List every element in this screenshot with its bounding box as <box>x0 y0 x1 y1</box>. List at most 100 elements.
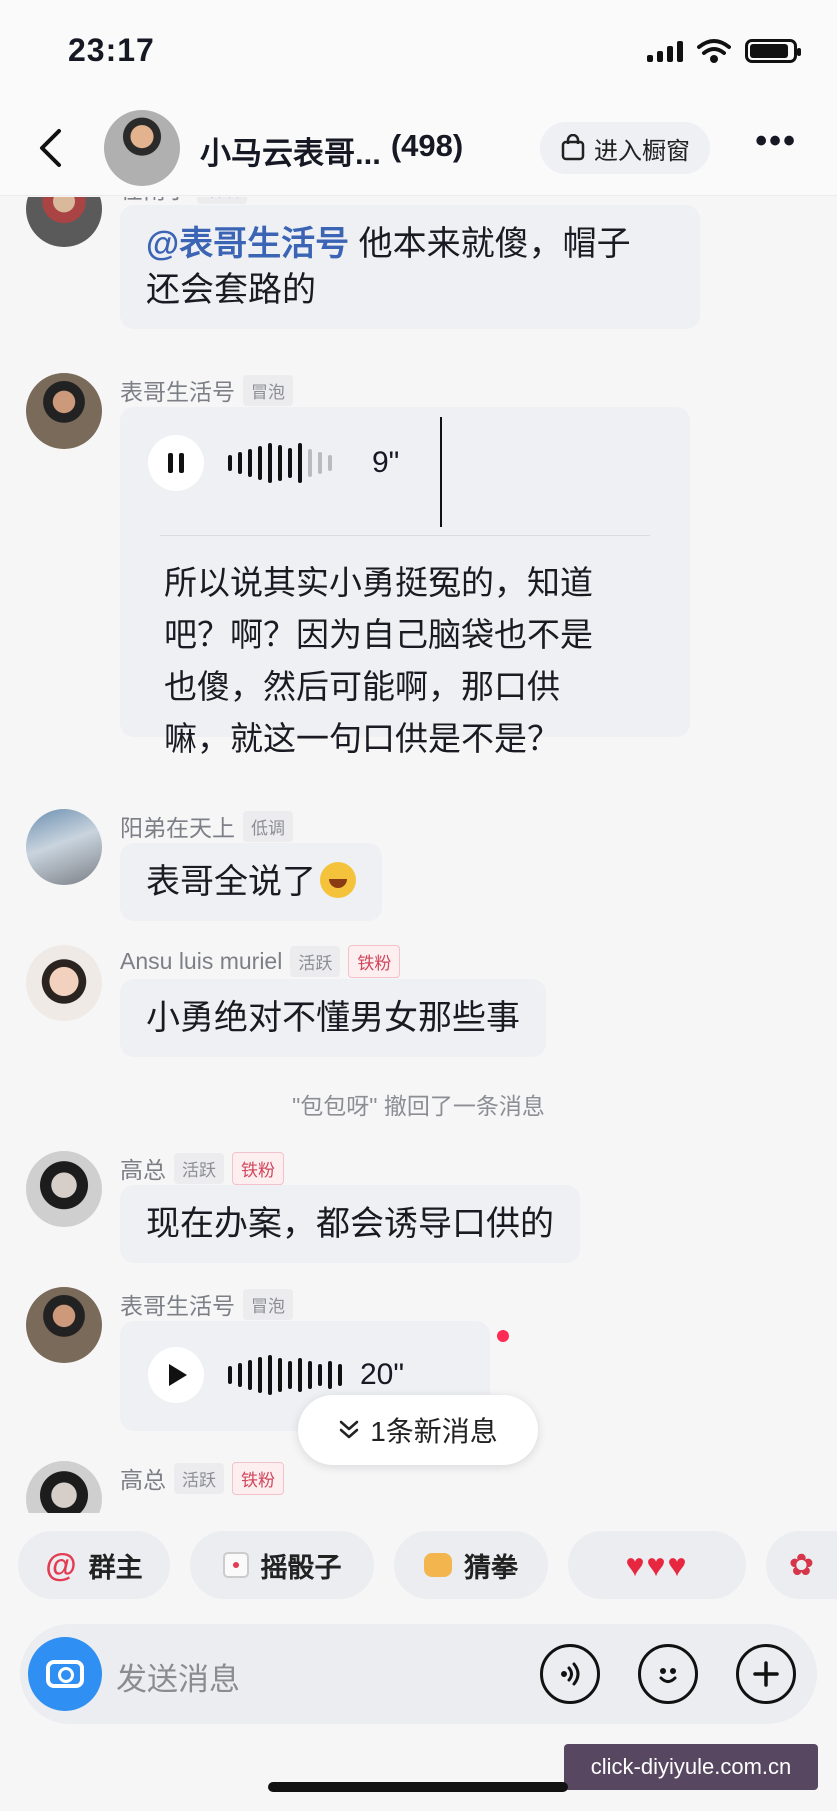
quick-actions-bar[interactable]: @ 群主 摇骰子 猜拳 ♥♥♥ ✿ <box>0 1515 837 1613</box>
sender-name: Ansu luis muriel <box>120 948 283 974</box>
sender-name: 高总 <box>120 1157 166 1183</box>
message-bubble[interactable]: 表哥全说了 <box>120 843 382 921</box>
message-input[interactable]: 发送消息 <box>20 1624 817 1724</box>
transcript-line: 吧？啊？因为自己脑袋也不是 <box>164 616 593 653</box>
avatar[interactable] <box>26 373 102 449</box>
voice-transcript: 所以说其实小勇挺冤的，知道 吧？啊？因为自己脑袋也不是 也傻，然后可能啊，那口供… <box>164 557 664 765</box>
fan-tag: 铁粉 <box>232 1461 284 1495</box>
cellular-signal-icon <box>647 40 683 62</box>
enter-shop-button[interactable]: 进入橱窗 <box>540 122 710 174</box>
sender-meta: 高总 活跃 铁粉 <box>120 1461 284 1495</box>
more-options-button[interactable]: ••• <box>755 122 797 161</box>
voice-controls: 9" <box>148 433 399 493</box>
status-tag: 活跃 <box>197 197 247 204</box>
message-text: 还会套路的 <box>146 271 316 309</box>
camera-button[interactable] <box>28 1637 102 1711</box>
sender-name: 表哥生活号 <box>120 379 235 405</box>
new-messages-button[interactable]: 1条新消息 <box>298 1395 538 1465</box>
avatar[interactable] <box>26 809 102 885</box>
voice-input-button[interactable] <box>540 1644 600 1704</box>
rose-icon: ✿ <box>788 1548 815 1582</box>
fist-icon <box>424 1553 452 1577</box>
fan-tag: 铁粉 <box>232 1151 284 1185</box>
back-button[interactable] <box>30 120 70 176</box>
sender-meta: 在南宁 活跃 <box>120 197 247 205</box>
new-messages-label: 1条新消息 <box>370 1416 498 1447</box>
avatar[interactable] <box>26 1151 102 1227</box>
status-time: 23:17 <box>68 32 155 68</box>
double-chevron-down-icon <box>339 1420 359 1439</box>
voice-message[interactable]: 9" 所以说其实小勇挺冤的，知道 吧？啊？因为自己脑袋也不是 也傻，然后可能啊，… <box>120 407 690 757</box>
home-indicator[interactable] <box>268 1782 568 1792</box>
message-text: 现在办案，都会诱导口供的 <box>146 1205 554 1243</box>
chevron-left-icon <box>40 129 61 167</box>
message-text: 小勇绝对不懂男女那些事 <box>146 999 520 1037</box>
avatar[interactable] <box>26 197 102 247</box>
status-tag: 低调 <box>243 810 293 842</box>
sender-name: 在南宁 <box>120 197 189 205</box>
transcript-line: 嘛，就这一句口供是不是？ <box>164 720 560 757</box>
sender-meta: 阳弟在天上 低调 <box>120 809 293 843</box>
recall-notice: "包包呀" 撤回了一条消息 <box>292 1093 545 1119</box>
waveform-icon <box>228 1350 342 1400</box>
member-count: (498) <box>390 128 464 163</box>
at-icon: @ <box>45 1546 77 1583</box>
unread-dot <box>497 1330 509 1342</box>
divider <box>160 535 650 536</box>
chip-group-owner[interactable]: @ 群主 <box>18 1531 170 1599</box>
plus-icon <box>753 1661 779 1687</box>
message-list[interactable]: 在南宁 活跃 @表哥生活号 他本来就傻，帽子 还会套路的 表哥生活号 冒泡 9" <box>0 197 837 1513</box>
avatar[interactable] <box>26 1287 102 1363</box>
message-text: 表哥全说了 <box>146 863 316 901</box>
voice-duration: 9" <box>372 446 400 479</box>
sender-meta: 表哥生活号 冒泡 <box>120 1287 293 1321</box>
waveform-icon <box>228 438 332 488</box>
avatar[interactable] <box>26 1461 102 1513</box>
fan-tag: 铁粉 <box>348 945 401 978</box>
sender-meta: 表哥生活号 冒泡 <box>120 373 293 407</box>
group-avatar[interactable] <box>104 110 180 186</box>
battery-icon <box>745 39 801 63</box>
status-bar: 23:17 <box>0 0 837 100</box>
laughing-emoji-icon <box>320 862 356 898</box>
more-actions-button[interactable] <box>736 1644 796 1704</box>
pause-button[interactable] <box>148 435 204 491</box>
voice-duration: 20" <box>360 1358 405 1391</box>
playhead[interactable] <box>440 417 442 527</box>
input-bar: 发送消息 <box>0 1616 837 1734</box>
transcript-line: 也傻，然后可能啊，那口供 <box>164 668 560 705</box>
more-icon: ••• <box>755 122 797 160</box>
status-icons <box>647 38 801 64</box>
chip-hearts[interactable]: ♥♥♥ <box>568 1531 746 1599</box>
message-bubble[interactable]: 现在办案，都会诱导口供的 <box>120 1185 580 1263</box>
group-title[interactable]: 小马云表哥... (498) <box>200 128 463 173</box>
message-text: 他本来就傻，帽子 <box>358 225 631 263</box>
status-tag: 冒泡 <box>243 1288 293 1320</box>
smiley-icon <box>659 1668 677 1683</box>
camera-icon <box>46 1660 84 1688</box>
hearts-icon: ♥♥♥ <box>625 1546 689 1583</box>
sender-name: 表哥生活号 <box>120 1293 235 1319</box>
chip-rock-paper-scissors[interactable]: 猜拳 <box>394 1531 548 1599</box>
sender-name: 阳弟在天上 <box>120 815 235 841</box>
sender-meta: 高总 活跃 铁粉 <box>120 1151 284 1185</box>
shopping-bag-icon <box>561 134 585 161</box>
message-bubble[interactable]: @表哥生活号 他本来就傻，帽子 还会套路的 <box>120 205 700 329</box>
message-bubble[interactable]: 小勇绝对不懂男女那些事 <box>120 979 546 1057</box>
sender-meta: Ansu luis muriel 活跃 铁粉 <box>120 945 401 978</box>
chip-label: 摇骰子 <box>260 1552 342 1583</box>
status-tag: 冒泡 <box>243 374 293 406</box>
watermark: click-diyiyule.com.cn <box>564 1744 818 1790</box>
status-tag: 活跃 <box>174 1152 224 1184</box>
emoji-button[interactable] <box>638 1644 698 1704</box>
chip-roll-dice[interactable]: 摇骰子 <box>190 1531 374 1599</box>
chip-rose[interactable]: ✿ <box>766 1531 837 1599</box>
play-button[interactable] <box>148 1347 204 1403</box>
mention-link[interactable]: @表哥生活号 <box>146 225 349 263</box>
sender-name: 高总 <box>120 1467 166 1493</box>
avatar[interactable] <box>26 945 102 1021</box>
chat-header: 小马云表哥... (498) 进入橱窗 ••• <box>0 100 837 196</box>
dice-icon <box>222 1552 249 1578</box>
group-name: 小马云表哥... <box>200 136 381 171</box>
chip-label: 群主 <box>88 1552 143 1583</box>
